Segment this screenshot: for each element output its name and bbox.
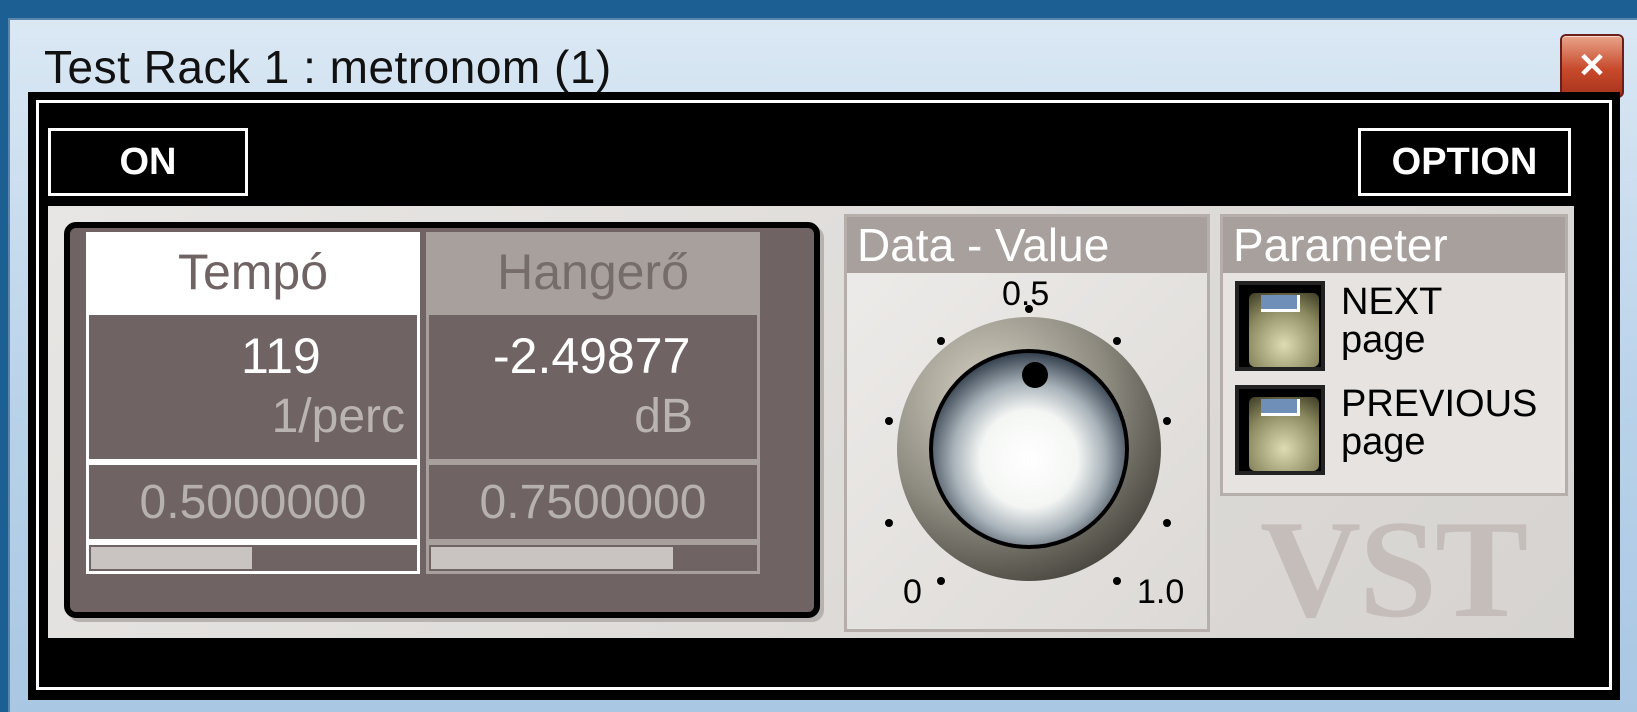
next-page-label: NEXT page	[1341, 283, 1442, 359]
close-button[interactable]: ✕	[1560, 34, 1624, 98]
param-name: Hangerő	[497, 244, 689, 300]
knob-tick	[937, 577, 945, 585]
next-label-line2: page	[1341, 319, 1426, 361]
option-button[interactable]: OPTION	[1358, 128, 1571, 196]
parameter-title: Parameter	[1223, 217, 1565, 273]
previous-page-button[interactable]	[1235, 385, 1325, 475]
next-label-line1: NEXT	[1341, 281, 1443, 323]
param-header-tempo[interactable]: Tempó	[86, 232, 420, 312]
next-page-button[interactable]	[1235, 281, 1325, 371]
knob-tick	[937, 337, 945, 345]
on-button[interactable]: ON	[48, 128, 248, 196]
led-icon	[1261, 295, 1300, 312]
knob-min-label: 0	[903, 573, 922, 611]
param-normalized-volume: 0.7500000	[426, 462, 760, 542]
knob-tick	[1113, 577, 1121, 585]
knob-indicator	[1022, 362, 1048, 388]
slider-fill	[91, 547, 252, 569]
previous-page-label: PREVIOUS page	[1341, 385, 1537, 461]
vst-logo: VST	[1260, 492, 1528, 647]
window-title: Test Rack 1 : metronom (1)	[44, 41, 612, 93]
knob-max-label: 1.0	[1137, 573, 1185, 611]
knob-tick	[1113, 337, 1121, 345]
param-value-cell-volume[interactable]: -2.49877 dB	[426, 312, 760, 462]
knob-tick	[1163, 417, 1171, 425]
param-normalized-tempo: 0.5000000	[86, 462, 420, 542]
param-value: 119	[241, 328, 321, 384]
close-icon: ✕	[1577, 47, 1607, 85]
previous-label-line2: page	[1341, 421, 1426, 463]
data-value-title: Data - Value	[847, 217, 1207, 273]
data-value-box: Data - Value 0.5 0 1.0	[844, 214, 1210, 632]
param-normalized-value: 0.5000000	[139, 475, 367, 529]
param-name: Tempó	[177, 244, 329, 300]
knob-tick	[885, 519, 893, 527]
param-normalized-value: 0.7500000	[479, 475, 707, 529]
parameter-box: Parameter NEXT page PREVIOUS page	[1220, 214, 1568, 496]
param-slider-volume[interactable]	[426, 542, 760, 574]
param-value-cell-tempo[interactable]: 119 1/perc	[86, 312, 420, 462]
led-icon	[1261, 399, 1300, 416]
param-header-volume[interactable]: Hangerő	[426, 232, 760, 312]
previous-label-line1: PREVIOUS	[1341, 383, 1538, 425]
param-slider-tempo[interactable]	[86, 542, 420, 574]
param-unit: dB	[634, 390, 693, 443]
slider-fill	[431, 547, 673, 569]
param-value: -2.49877	[493, 328, 691, 384]
knob-tick	[1163, 519, 1171, 527]
knob-tick	[885, 417, 893, 425]
knob-mid-label: 0.5	[1002, 275, 1050, 313]
param-unit: 1/perc	[271, 390, 405, 443]
